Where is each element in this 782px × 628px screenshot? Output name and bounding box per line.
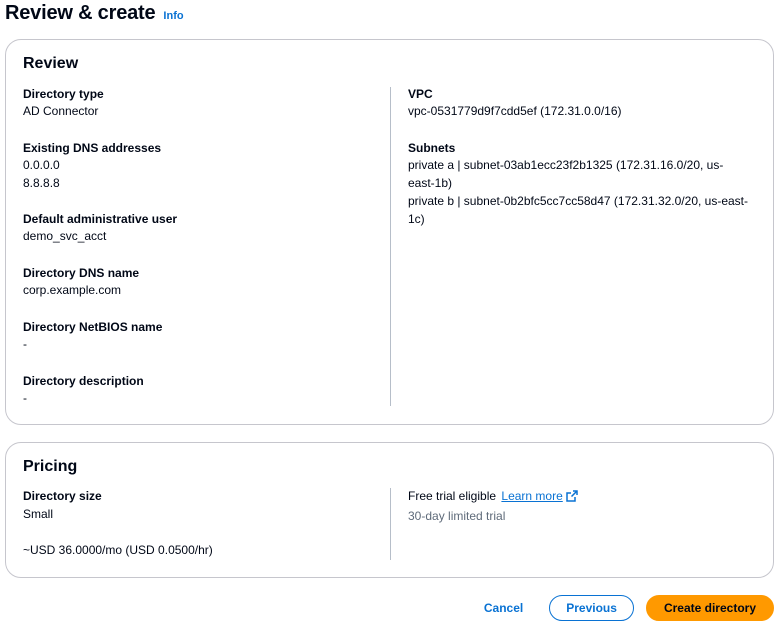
vpc-field: VPC vpc-0531779d9f7cdd5ef (172.31.0.0/16… (408, 86, 748, 140)
free-trial-label: Free trial eligible (408, 489, 497, 503)
learn-more-label: Learn more (501, 489, 563, 503)
page-title: Review & create (5, 2, 156, 24)
column-divider (390, 87, 391, 406)
directory-size-value: Small (23, 507, 54, 521)
previous-button[interactable]: Previous (549, 595, 634, 621)
directory-size-label: Directory size (23, 489, 102, 503)
field-label: Directory type (23, 87, 104, 101)
field-value-line: AD Connector (23, 104, 99, 118)
directory-type-field: Directory type AD Connector (23, 86, 383, 140)
field-label: Subnets (408, 141, 456, 155)
field-label: Directory NetBIOS name (23, 320, 163, 334)
field-label: Existing DNS addresses (23, 141, 162, 155)
pricing-container: Pricing Directory size Small ~USD 36.000… (5, 442, 774, 578)
column-divider (390, 488, 391, 560)
field-value-line: private a | subnet-03ab1ecc23f2b1325 (17… (408, 158, 724, 190)
subnets-field: Subnets private a | subnet-03ab1ecc23f2b… (408, 140, 748, 226)
learn-more-link[interactable]: Learn more (501, 489, 578, 503)
field-value: - (23, 335, 383, 353)
create-directory-button[interactable]: Create directory (645, 595, 774, 621)
form-actions: Cancel Previous Create directory (470, 595, 774, 621)
existing-dns-field: Existing DNS addresses 0.0.0.0 8.8.8.8 (23, 140, 383, 211)
field-label: Directory DNS name (23, 266, 140, 280)
pricing-right-column: Free trial eligible Learn more 30-day li… (408, 488, 748, 523)
field-value-line: 0.0.0.0 (23, 158, 60, 172)
price-estimate: ~USD 36.0000/mo (USD 0.0500/hr) (23, 543, 213, 557)
page-header: Review & create Info (5, 2, 184, 25)
cancel-button[interactable]: Cancel (470, 595, 537, 621)
default-admin-user-field: Default administrative user demo_svc_acc… (23, 211, 383, 265)
review-container: Review Directory type AD Connector Exist… (5, 39, 774, 425)
field-value-line: corp.example.com (23, 283, 122, 297)
directory-dns-name-field: Directory DNS name corp.example.com (23, 265, 383, 319)
field-label: Default administrative user (23, 212, 178, 226)
netbios-name-field: Directory NetBIOS name - (23, 319, 383, 373)
field-value-line: demo_svc_acct (23, 229, 107, 243)
trial-subtext: 30-day limited trial (408, 509, 506, 523)
field-value-line: private b | subnet-0b2bfc5cc7cc58d47 (17… (408, 194, 749, 226)
field-value-line: 8.8.8.8 (23, 176, 60, 190)
pricing-left-column: Directory size Small (23, 488, 383, 523)
field-label: Directory description (23, 374, 144, 388)
field-value: vpc-0531779d9f7cdd5ef (172.31.0.0/16) (408, 102, 748, 120)
external-link-icon (566, 490, 578, 502)
free-trial-row: Free trial eligible Learn more (408, 488, 748, 505)
field-value: 0.0.0.0 8.8.8.8 (23, 156, 383, 192)
field-label: VPC (408, 87, 433, 101)
field-value-line: - (23, 391, 27, 405)
info-link[interactable]: Info (163, 10, 183, 22)
review-right-column: VPC vpc-0531779d9f7cdd5ef (172.31.0.0/16… (408, 86, 748, 226)
field-value: - (23, 389, 383, 407)
field-value: AD Connector (23, 102, 383, 120)
field-value: demo_svc_acct (23, 227, 383, 245)
pricing-title: Pricing (23, 458, 78, 475)
field-value-line: vpc-0531779d9f7cdd5ef (172.31.0.0/16) (408, 104, 622, 118)
directory-description-field: Directory description - (23, 373, 383, 427)
field-value: corp.example.com (23, 281, 383, 299)
review-title: Review (23, 55, 79, 72)
field-value-line: - (23, 337, 27, 351)
field-value: private a | subnet-03ab1ecc23f2b1325 (17… (408, 156, 748, 228)
review-left-column: Directory type AD Connector Existing DNS… (23, 86, 383, 427)
